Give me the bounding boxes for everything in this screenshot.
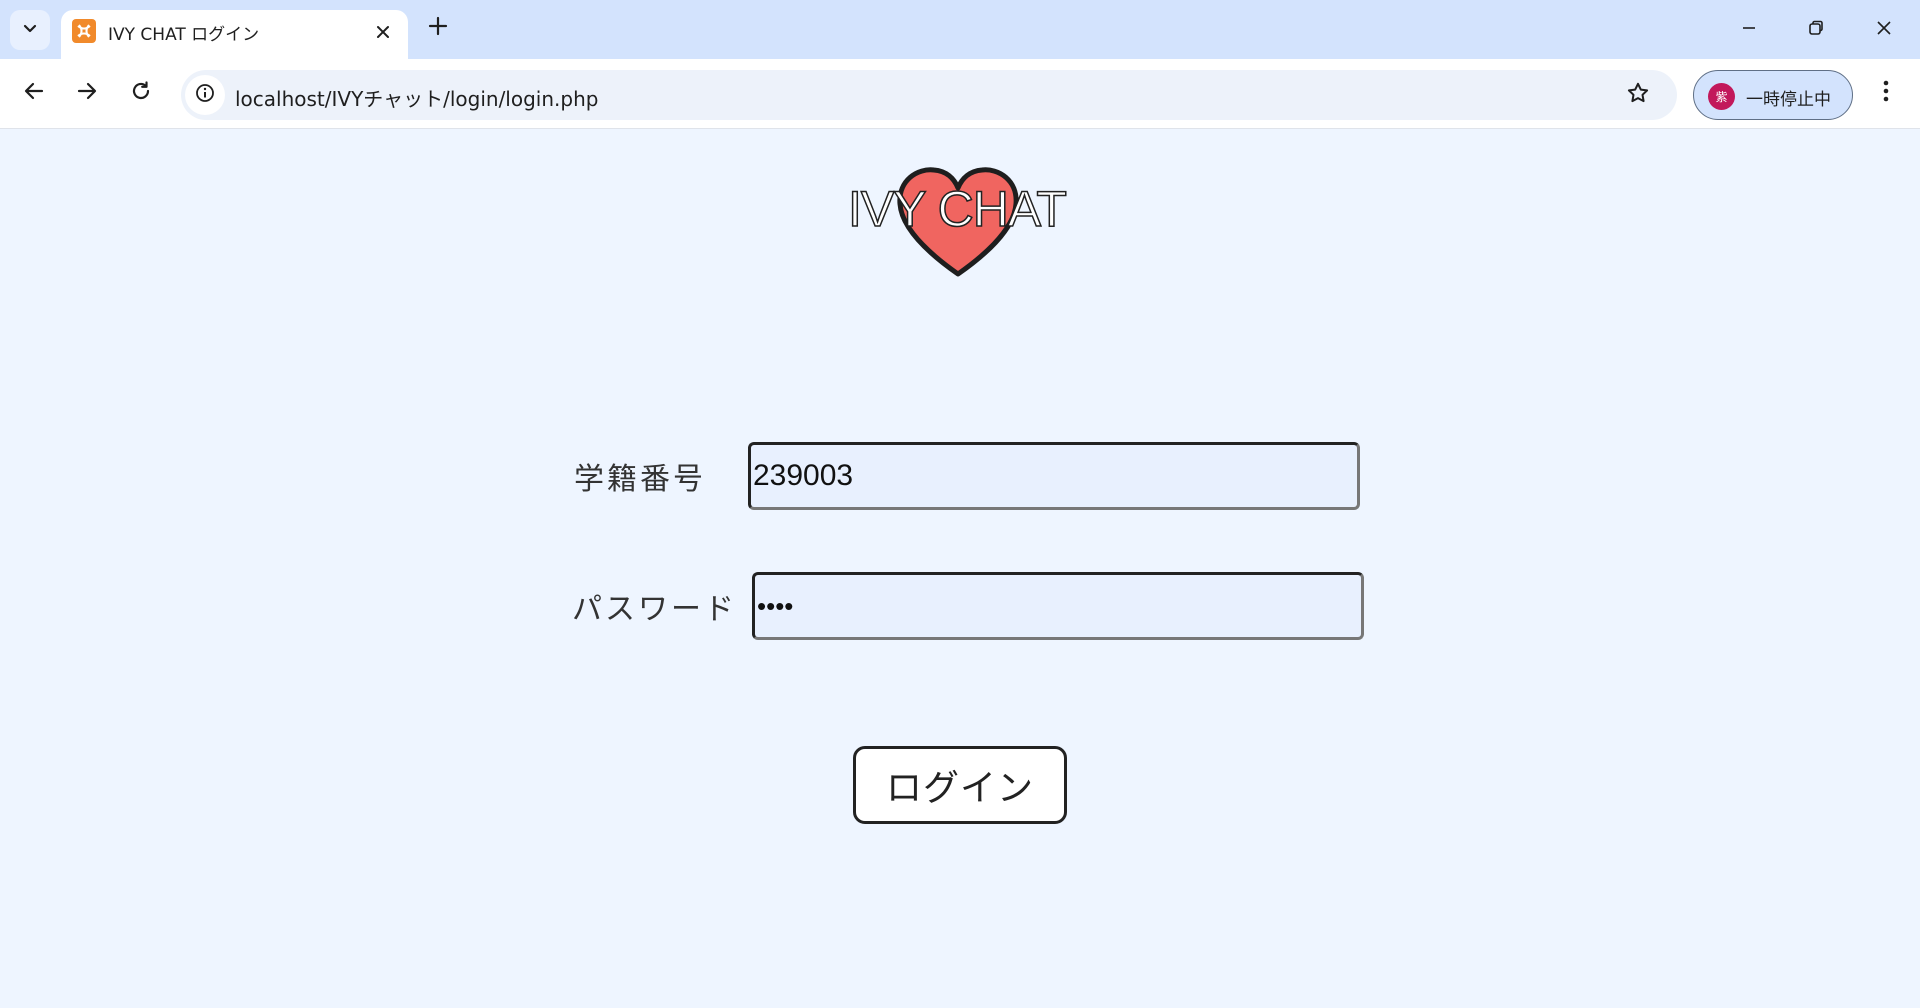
reload-button[interactable] [121, 73, 161, 113]
xampp-favicon-icon [72, 19, 96, 43]
minimize-icon [1740, 19, 1758, 41]
chevron-down-icon [21, 19, 39, 41]
forward-button[interactable] [67, 73, 107, 113]
bookmark-button[interactable] [1621, 78, 1655, 112]
browser-toolbar: localhost/IVYチャット/login/login.php 紫 一時停止… [0, 59, 1920, 129]
profile-status-label: 一時停止中 [1746, 90, 1831, 110]
back-button[interactable] [14, 73, 54, 113]
student-id-input[interactable]: 239003 [748, 442, 1360, 510]
star-icon [1626, 81, 1650, 109]
password-input[interactable]: •••• [752, 572, 1364, 640]
url-text[interactable]: localhost/IVYチャット/login/login.php [235, 83, 598, 112]
arrow-right-icon [76, 80, 98, 106]
restore-button[interactable] [1782, 0, 1850, 59]
ivy-chat-logo: IVY CHAT [847, 166, 1074, 278]
profile-button[interactable]: 紫 一時停止中 [1693, 70, 1853, 120]
arrow-left-icon [23, 80, 45, 106]
browser-menu-button[interactable] [1868, 73, 1904, 113]
page-content: IVY CHAT 学籍番号 239003 パスワード •••• ログイン [0, 130, 1920, 1008]
restore-icon [1807, 19, 1825, 41]
plus-icon [428, 16, 448, 40]
new-tab-button[interactable] [422, 12, 454, 44]
reload-icon [130, 80, 152, 106]
student-id-label: 学籍番号 [574, 462, 706, 497]
tab-search-button[interactable] [10, 10, 50, 50]
login-button[interactable]: ログイン [853, 746, 1067, 824]
tab-strip: IVY CHAT ログイン [0, 0, 1920, 59]
site-info-button[interactable] [185, 75, 225, 115]
tab-title: IVY CHAT ログイン [108, 25, 260, 45]
minimize-button[interactable] [1715, 0, 1783, 59]
info-icon [195, 83, 215, 107]
password-label: パスワード [572, 592, 737, 627]
address-bar[interactable]: localhost/IVYチャット/login/login.php [181, 70, 1677, 120]
close-icon [1875, 19, 1893, 41]
logo-text: IVY CHAT [847, 180, 1067, 238]
tab-close-icon[interactable] [370, 19, 396, 45]
active-tab[interactable]: IVY CHAT ログイン [61, 10, 408, 59]
avatar: 紫 [1708, 83, 1735, 110]
more-vertical-icon [1883, 80, 1889, 106]
close-window-button[interactable] [1850, 0, 1918, 59]
